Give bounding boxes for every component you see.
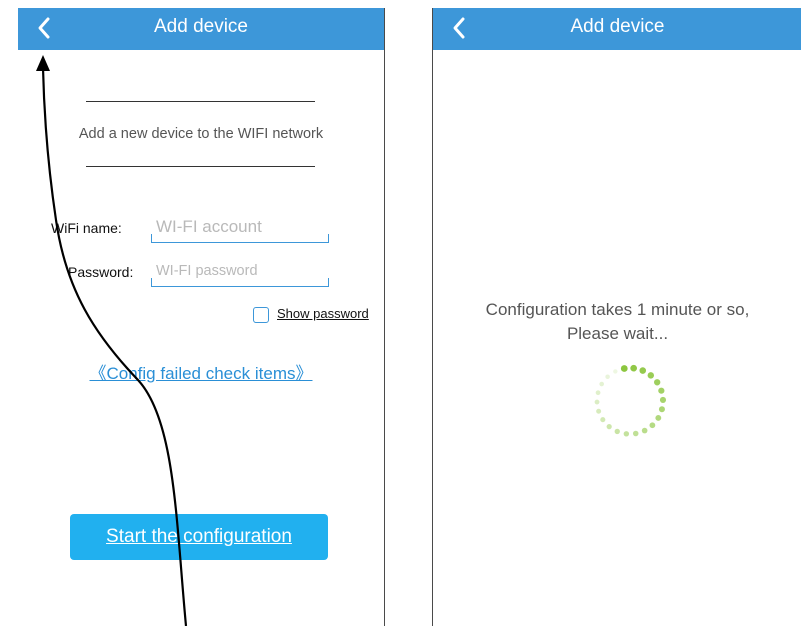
spinner-dot bbox=[595, 390, 601, 396]
page-title: Add device bbox=[153, 16, 248, 37]
password-label: Password: bbox=[68, 264, 134, 280]
show-password-label[interactable]: Show password bbox=[277, 306, 369, 321]
spinner-dot bbox=[655, 415, 662, 421]
page-title: Add device bbox=[570, 16, 665, 37]
show-password-checkbox[interactable] bbox=[253, 307, 269, 323]
spinner-dot bbox=[647, 372, 655, 379]
spinner-dot bbox=[613, 369, 618, 374]
spinner-dot bbox=[605, 374, 610, 380]
wait-message-line2: Please wait... bbox=[566, 324, 669, 343]
wait-message: Configuration takes 1 minute or so, Plea… bbox=[433, 298, 801, 346]
wifi-name-label: WiFi name: bbox=[51, 220, 122, 236]
divider-top bbox=[86, 101, 315, 102]
spinner-dot bbox=[594, 399, 600, 405]
spinner-dot bbox=[632, 430, 639, 437]
wifi-name-underline bbox=[151, 234, 329, 243]
config-failed-check-items-link[interactable]: 《Config failed check items》 bbox=[18, 359, 384, 384]
wait-message-line1: Configuration takes 1 minute or so, bbox=[485, 300, 750, 319]
spinner-dot bbox=[620, 365, 628, 372]
spinner-dot bbox=[649, 422, 656, 429]
password-underline bbox=[151, 278, 329, 287]
title-bar: Add device bbox=[433, 8, 801, 50]
spinner-dot bbox=[659, 396, 667, 404]
start-configuration-button[interactable]: Start the configuration bbox=[70, 514, 328, 560]
add-device-screen-left: Add device Add a new device to the WIFI … bbox=[18, 8, 385, 626]
spinner-dot bbox=[654, 379, 661, 386]
intro-text: Add a new device to the WIFI network bbox=[78, 126, 324, 142]
spinner-dot bbox=[630, 364, 637, 372]
loading-spinner-icon bbox=[594, 364, 667, 437]
spinner-dot bbox=[614, 428, 620, 435]
add-device-screen-right: Add device Configuration takes 1 minute … bbox=[432, 8, 801, 626]
spinner-dot bbox=[596, 408, 602, 414]
spinner-dot bbox=[600, 417, 606, 423]
spinner-dot bbox=[641, 427, 648, 434]
spinner-dot bbox=[623, 431, 630, 437]
spinner-dot bbox=[658, 406, 665, 413]
spinner-dot bbox=[639, 367, 647, 374]
spinner-dot bbox=[658, 387, 665, 394]
spinner-dot bbox=[606, 424, 612, 430]
spinner-dot bbox=[599, 381, 604, 387]
divider-bottom bbox=[86, 166, 315, 167]
title-bar: Add device bbox=[18, 8, 384, 50]
